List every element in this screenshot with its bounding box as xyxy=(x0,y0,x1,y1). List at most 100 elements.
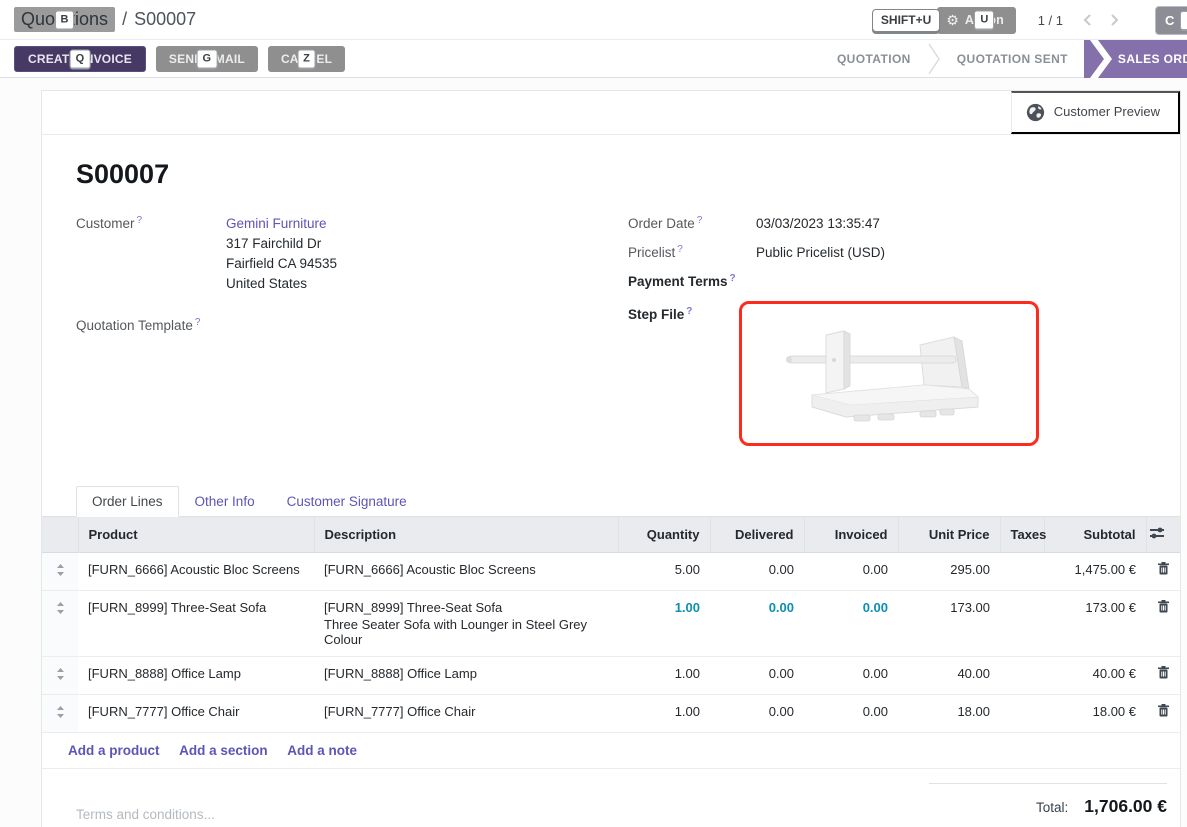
address-line: Fairfield CA 94535 xyxy=(226,254,337,274)
cell-delivered[interactable]: 0.00 xyxy=(710,591,804,657)
delete-row-button[interactable] xyxy=(1158,562,1169,578)
delete-row-button[interactable] xyxy=(1158,666,1169,682)
globe-icon xyxy=(1026,103,1045,122)
order-lines-table: Product Description Quantity Delivered I… xyxy=(42,517,1180,769)
step-file-label: Step File? xyxy=(628,305,739,446)
cell-quantity[interactable]: 5.00 xyxy=(618,553,710,591)
drag-handle-icon xyxy=(56,602,65,614)
drag-handle[interactable] xyxy=(42,553,78,591)
cell-description[interactable]: [FURN_8888] Office Lamp xyxy=(314,657,618,695)
cell-taxes[interactable] xyxy=(1000,553,1044,591)
cell-unit-price[interactable]: 40.00 xyxy=(898,657,1000,695)
tab-order-lines[interactable]: Order Lines xyxy=(76,486,179,517)
pager-counter: 1 / 1 xyxy=(1038,13,1063,28)
cell-quantity[interactable]: 1.00 xyxy=(618,657,710,695)
terms-placeholder[interactable]: Terms and conditions... xyxy=(76,807,215,822)
status-sales-order[interactable]: SALES ORDER xyxy=(1084,40,1187,78)
pager-previous-button[interactable] xyxy=(1073,9,1101,31)
cell-invoiced[interactable]: 0.00 xyxy=(804,695,898,733)
cell-unit-price[interactable]: 18.00 xyxy=(898,695,1000,733)
description-line: [FURN_8999] Three-Seat Sofa xyxy=(324,600,608,615)
cell-taxes[interactable] xyxy=(1000,657,1044,695)
field-payment-terms: Payment Terms? xyxy=(628,272,1146,292)
cell-product[interactable]: [FURN_8888] Office Lamp xyxy=(78,657,314,695)
header-options xyxy=(1146,517,1180,553)
field-pricelist: Pricelist? Public Pricelist (USD) xyxy=(628,243,1146,263)
payment-terms-label: Payment Terms? xyxy=(628,272,756,292)
step-file-preview[interactable] xyxy=(739,301,1039,446)
action-menu-button[interactable]: ⚙ Action U xyxy=(937,7,1015,34)
order-title[interactable]: S00007 xyxy=(76,159,1180,190)
trash-icon xyxy=(1158,600,1169,613)
drag-handle[interactable] xyxy=(42,695,78,733)
drag-handle[interactable] xyxy=(42,591,78,657)
drag-handle[interactable] xyxy=(42,657,78,695)
top-navigation-bar: Quotations B / S00007 SHIFT+U ⚙ Action U… xyxy=(0,0,1187,40)
field-order-date: Order Date? 03/03/2023 13:35:47 xyxy=(628,214,1146,234)
customer-preview-button[interactable]: Customer Preview xyxy=(1011,91,1180,134)
header-invoiced[interactable]: Invoiced xyxy=(804,517,898,553)
cell-invoiced[interactable]: 0.00 xyxy=(804,591,898,657)
cell-subtotal: 173.00 € xyxy=(1044,591,1146,657)
header-unit-price[interactable]: Unit Price xyxy=(898,517,1000,553)
create-invoice-button[interactable]: CREATE INVOICE Q xyxy=(14,46,146,72)
cell-delivered[interactable]: 0.00 xyxy=(710,657,804,695)
cell-delivered[interactable]: 0.00 xyxy=(710,553,804,591)
cell-description[interactable]: [FURN_8999] Three-Seat Sofa Three Seater… xyxy=(314,591,618,657)
header-product[interactable]: Product xyxy=(78,517,314,553)
order-line-row: [FURN_8888] Office Lamp [FURN_8888] Offi… xyxy=(42,657,1180,695)
cell-description[interactable]: [FURN_7777] Office Chair xyxy=(314,695,618,733)
header-delivered[interactable]: Delivered xyxy=(710,517,804,553)
optional-columns-button[interactable] xyxy=(1149,526,1165,543)
trash-icon xyxy=(1158,562,1169,575)
notebook-tabs: Order Lines Other Info Customer Signatur… xyxy=(42,486,1180,517)
drag-handle-icon xyxy=(56,668,65,680)
delete-row-button[interactable] xyxy=(1158,704,1169,720)
cell-delete xyxy=(1146,591,1180,657)
tab-other-info[interactable]: Other Info xyxy=(179,486,271,517)
field-quotation-template: Quotation Template? xyxy=(76,316,628,336)
customer-link[interactable]: Gemini Furniture xyxy=(226,216,327,231)
cell-taxes[interactable] xyxy=(1000,591,1044,657)
cell-quantity[interactable]: 1.00 xyxy=(618,591,710,657)
add-section-link[interactable]: Add a section xyxy=(179,743,268,758)
help-icon: ? xyxy=(137,215,143,226)
cell-product[interactable]: [FURN_8999] Three-Seat Sofa xyxy=(78,591,314,657)
cell-invoiced[interactable]: 0.00 xyxy=(804,553,898,591)
delete-row-button[interactable] xyxy=(1158,600,1169,616)
sheet-header-strip: Customer Preview xyxy=(42,91,1180,135)
table-footer-links-row: Add a product Add a section Add a note xyxy=(42,733,1180,769)
add-product-link[interactable]: Add a product xyxy=(68,743,160,758)
pricelist-value[interactable]: Public Pricelist (USD) xyxy=(756,243,885,263)
send-email-button[interactable]: SEND EMAIL G xyxy=(156,46,258,72)
cell-taxes[interactable] xyxy=(1000,695,1044,733)
cell-invoiced[interactable]: 0.00 xyxy=(804,657,898,695)
cell-product[interactable]: [FURN_6666] Acoustic Bloc Screens xyxy=(78,553,314,591)
cut-off-create-button[interactable]: C xyxy=(1155,6,1187,35)
header-quantity[interactable]: Quantity xyxy=(618,517,710,553)
breadcrumb-quotations[interactable]: Quotations B xyxy=(14,7,115,32)
cell-delete xyxy=(1146,657,1180,695)
cell-quantity[interactable]: 1.00 xyxy=(618,695,710,733)
cancel-button[interactable]: CANCEL Z xyxy=(268,46,345,72)
hotkey-badge-z: Z xyxy=(297,49,316,68)
order-date-value[interactable]: 03/03/2023 13:35:47 xyxy=(756,214,880,234)
status-quotation-sent[interactable]: QUOTATION SENT xyxy=(941,40,1084,78)
pager-next-button[interactable] xyxy=(1101,9,1129,31)
tab-customer-signature[interactable]: Customer Signature xyxy=(271,486,423,517)
cell-unit-price[interactable]: 295.00 xyxy=(898,553,1000,591)
cell-product[interactable]: [FURN_7777] Office Chair xyxy=(78,695,314,733)
breadcrumb-separator: / xyxy=(122,9,127,30)
add-note-link[interactable]: Add a note xyxy=(287,743,357,758)
header-subtotal[interactable]: Subtotal xyxy=(1044,517,1146,553)
customer-label: Customer? xyxy=(76,214,226,294)
header-description[interactable]: Description xyxy=(314,517,618,553)
cell-unit-price[interactable]: 173.00 xyxy=(898,591,1000,657)
table-footer-links: Add a product Add a section Add a note xyxy=(42,733,1180,769)
cell-delivered[interactable]: 0.00 xyxy=(710,695,804,733)
cell-description[interactable]: [FURN_6666] Acoustic Bloc Screens xyxy=(314,553,618,591)
statusbar-separator-icon xyxy=(927,40,941,78)
header-taxes[interactable]: Taxes xyxy=(1000,517,1044,553)
status-quotation[interactable]: QUOTATION xyxy=(821,40,927,78)
status-sales-order-label: SALES ORDER xyxy=(1118,52,1187,66)
